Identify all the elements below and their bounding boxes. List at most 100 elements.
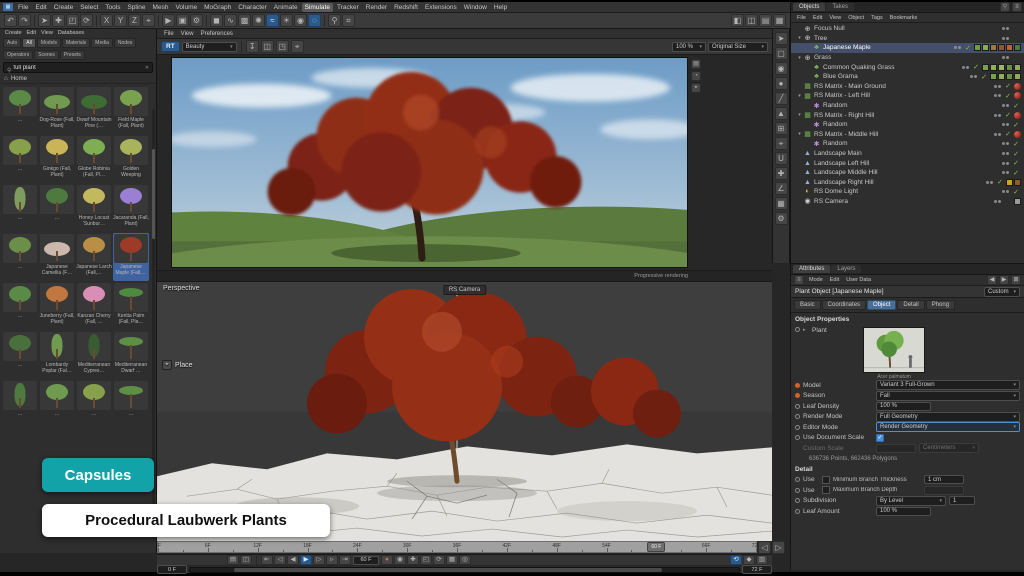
asset-menu-databases[interactable]: Databases	[56, 30, 86, 36]
asset-item[interactable]: Jacaranda (Fall, Plant)	[113, 184, 149, 232]
attr-tab-phong[interactable]: Phong	[926, 300, 955, 310]
next-key-icon[interactable]: ▹	[326, 555, 338, 565]
menu-character[interactable]: Character	[235, 3, 270, 12]
objects-menu-file[interactable]: File	[794, 14, 809, 22]
keyframe-dot[interactable]	[795, 498, 800, 503]
visibility-dots[interactable]	[994, 200, 1001, 203]
keyframe-dot[interactable]	[795, 477, 800, 482]
pixel-inspector-icon[interactable]: ⌖	[291, 40, 304, 53]
menu-extensions[interactable]: Extensions	[422, 3, 460, 12]
range-start-field[interactable]: 0 F	[157, 565, 187, 574]
record-pla-icon[interactable]: ◎	[459, 555, 471, 565]
objects-menu-edit[interactable]: Edit	[810, 14, 825, 22]
snapshot-icon[interactable]: ◫	[261, 40, 274, 53]
goto-end-icon[interactable]: ⇥	[339, 555, 351, 565]
mograph-cloner-icon[interactable]: ✺	[252, 14, 265, 27]
render-view-icon[interactable]: ▶	[162, 14, 175, 27]
enabled-check-icon[interactable]: ✓	[1004, 92, 1012, 100]
panel-tab-takes[interactable]: Takes	[826, 3, 854, 11]
simulation-icon[interactable]: ≈	[266, 14, 279, 27]
texture-tag[interactable]	[1014, 198, 1021, 205]
attr-tab-detail[interactable]: Detail	[897, 300, 924, 310]
asset-item[interactable]: Japanese Maple (Fall,…	[113, 233, 149, 281]
back-icon[interactable]: ◀	[987, 275, 997, 285]
objects-menu-view[interactable]: View	[826, 14, 844, 22]
keyframe-dot[interactable]	[795, 414, 800, 419]
enabled-check-icon[interactable]: ✓	[1004, 130, 1012, 138]
texture-mode-icon[interactable]: ◉	[775, 62, 788, 75]
object-row[interactable]: ▾⊕Grass	[791, 53, 1024, 63]
asset-item[interactable]: Dwarf Mountain Pine (…	[76, 86, 112, 134]
visibility-dots[interactable]	[994, 133, 1001, 136]
object-row[interactable]: ▾▦RS Matrix - Left Hill✓	[791, 91, 1024, 101]
visibility-dots[interactable]	[1002, 104, 1009, 107]
enabled-check-icon[interactable]: ✓	[980, 73, 988, 81]
powerslider-mode-icon[interactable]: ▤	[227, 555, 239, 565]
object-axis-mode-icon[interactable]: ⌖	[775, 137, 788, 150]
render-menu-file[interactable]: File	[161, 30, 177, 38]
render-menu-view[interactable]: View	[178, 30, 197, 38]
texture-tag[interactable]	[1006, 64, 1013, 71]
asset-item[interactable]: Juneberry (Fall, Plant)	[39, 282, 75, 330]
snapping-icon[interactable]: ⚲	[328, 14, 341, 27]
model-select[interactable]: Variant 3 Full-Grown	[876, 380, 1020, 390]
perspective-viewport[interactable]: Perspective RS Camera Place	[157, 281, 772, 541]
texture-tag[interactable]	[998, 44, 1005, 51]
record-keyframe-icon[interactable]: ●	[381, 555, 393, 565]
model-mode-icon[interactable]: ▢	[775, 47, 788, 60]
objects-search-icon[interactable]	[1000, 2, 1010, 12]
texture-tag[interactable]	[990, 44, 997, 51]
menu-tools[interactable]: Tools	[102, 3, 123, 12]
menu-redshift[interactable]: Redshift	[391, 3, 421, 12]
enabled-check-icon[interactable]: ✓	[1004, 82, 1012, 90]
asset-item[interactable]: Globe Robinia (Fall, Pl…	[76, 135, 112, 183]
visibility-dots[interactable]	[1002, 142, 1009, 145]
enabled-check-icon[interactable]: ✓	[1012, 188, 1020, 196]
render-picture-viewer-icon[interactable]: ▣	[176, 14, 189, 27]
asset-item[interactable]: …	[2, 331, 38, 379]
point-mode-icon[interactable]: ●	[775, 77, 788, 90]
object-row[interactable]: ▾▦RS Matrix - Right Hill✓	[791, 110, 1024, 120]
use-document-scale-checkbox[interactable]	[876, 434, 884, 442]
keyframe-dot[interactable]	[795, 383, 800, 388]
object-row[interactable]: ✱Random✓	[791, 120, 1024, 130]
object-row[interactable]: ▾⊕Tree	[791, 34, 1024, 44]
visibility-dots[interactable]	[1002, 56, 1009, 59]
object-row[interactable]: ✱Random✓	[791, 139, 1024, 149]
render-settings-icon[interactable]: ⚙	[190, 14, 203, 27]
visibility-dots[interactable]	[994, 94, 1001, 97]
layout-standard-icon[interactable]: ◧	[731, 14, 744, 27]
menu-select[interactable]: Select	[77, 3, 101, 12]
filter-tab-nodes[interactable]: Nodes	[114, 38, 136, 48]
asset-item[interactable]: Mediterranean Cypres…	[76, 331, 112, 379]
hamburger-icon[interactable]: ≡	[794, 275, 804, 285]
object-row[interactable]: ▲Landscape Middle Hill✓	[791, 168, 1024, 178]
lock-x-axis-icon[interactable]: X	[100, 14, 113, 27]
previous-frame-icon[interactable]: ◀	[287, 555, 299, 565]
zoom-select[interactable]: 100 %	[672, 42, 706, 52]
asset-menu-create[interactable]: Create	[3, 30, 24, 36]
attr-tab-basic[interactable]: Basic	[794, 300, 821, 310]
target-icon[interactable]: ⌖	[691, 83, 701, 93]
asset-item[interactable]: …	[2, 184, 38, 232]
redshift-material-tag[interactable]	[1014, 92, 1021, 99]
texture-tag[interactable]	[990, 73, 997, 80]
visibility-dots[interactable]	[994, 114, 1001, 117]
uv-mode-icon[interactable]: U	[775, 152, 788, 165]
asset-item[interactable]: …	[39, 184, 75, 232]
keyframe-selection-icon[interactable]: ◆	[743, 555, 755, 565]
playhead[interactable]: 60 F	[647, 542, 665, 552]
use-min-branch-checkbox[interactable]	[822, 476, 830, 484]
layout-animate-icon[interactable]: ▤	[759, 14, 772, 27]
section-detail[interactable]: Detail	[791, 464, 1024, 475]
aov-select[interactable]: Beauty	[182, 42, 237, 52]
camera-label[interactable]: RS Camera	[443, 285, 486, 295]
loop-playback-icon[interactable]: ⟲	[730, 555, 742, 565]
scale-tool-icon[interactable]: ◰	[66, 14, 79, 27]
visibility-dots[interactable]	[962, 66, 969, 69]
visibility-dots[interactable]	[1002, 190, 1009, 193]
section-object-properties[interactable]: Object Properties	[791, 314, 1024, 325]
asset-item[interactable]: …	[2, 282, 38, 330]
asset-item[interactable]: …	[2, 135, 38, 183]
menu-tracker[interactable]: Tracker	[334, 3, 362, 12]
